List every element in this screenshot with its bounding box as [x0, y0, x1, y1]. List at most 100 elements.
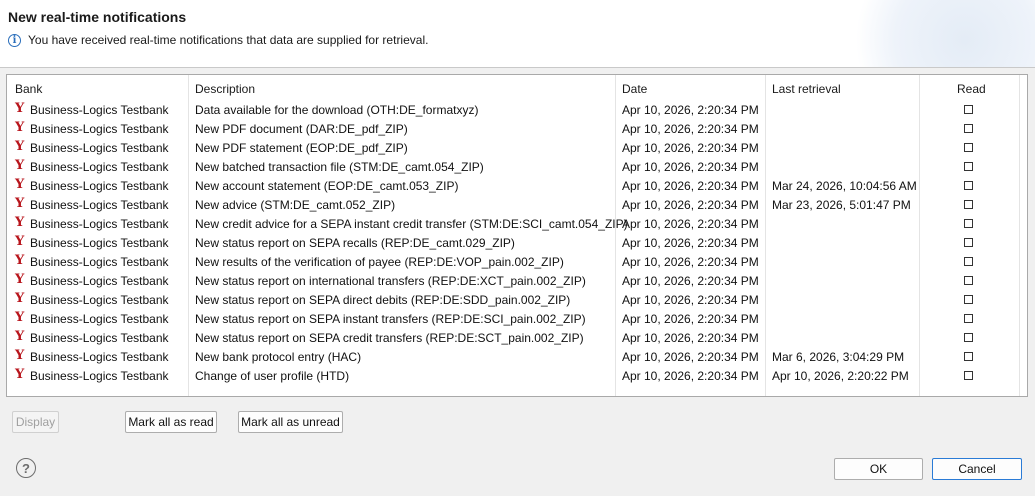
bank-logo-icon: Y: [15, 215, 25, 230]
table-row[interactable]: Y Business-Logics Testbank New credit advi…: [7, 215, 1027, 234]
description-cell: New status report on SEPA direct debits …: [195, 293, 571, 307]
column-header-date[interactable]: Date: [622, 82, 647, 96]
date-cell: Apr 10, 2026, 2:20:34 PM: [622, 369, 759, 383]
ok-button[interactable]: OK: [834, 458, 923, 480]
date-cell: Apr 10, 2026, 2:20:34 PM: [622, 179, 759, 193]
table-row[interactable]: Y Business-Logics Testbank Data available …: [7, 101, 1027, 120]
table-row[interactable]: Y Business-Logics Testbank New batched tra…: [7, 158, 1027, 177]
description-cell: New status report on SEPA instant transf…: [195, 312, 586, 326]
read-checkbox[interactable]: [964, 181, 973, 190]
read-checkbox[interactable]: [964, 105, 973, 114]
last-retrieval-cell: Mar 6, 2026, 3:04:29 PM: [772, 350, 905, 364]
date-cell: Apr 10, 2026, 2:20:34 PM: [622, 293, 759, 307]
column-header-description[interactable]: Description: [195, 82, 255, 96]
column-header-bank[interactable]: Bank: [15, 82, 42, 96]
bank-cell: Business-Logics Testbank: [30, 198, 169, 212]
description-cell: New account statement (EOP:DE_camt.053_Z…: [195, 179, 459, 193]
bank-cell: Business-Logics Testbank: [30, 141, 169, 155]
description-cell: New status report on SEPA credit transfe…: [195, 331, 584, 345]
table-row[interactable]: Y Business-Logics Testbank New status repo…: [7, 234, 1027, 253]
dialog-header: New real-time notifications i You have r…: [0, 0, 1035, 68]
date-cell: Apr 10, 2026, 2:20:34 PM: [622, 236, 759, 250]
last-retrieval-cell: Apr 10, 2026, 2:20:22 PM: [772, 369, 909, 383]
cancel-button[interactable]: Cancel: [932, 458, 1022, 480]
date-cell: Apr 10, 2026, 2:20:34 PM: [622, 255, 759, 269]
bank-logo-icon: Y: [15, 196, 25, 211]
column-header-last-retrieval[interactable]: Last retrieval: [772, 82, 841, 96]
bank-logo-icon: Y: [15, 234, 25, 249]
bank-logo-icon: Y: [15, 101, 25, 116]
read-checkbox[interactable]: [964, 143, 973, 152]
dialog-subtitle: i You have received real-time notificati…: [8, 33, 428, 47]
column-header-read[interactable]: Read: [957, 82, 986, 96]
description-cell: New status report on international trans…: [195, 274, 586, 288]
bank-cell: Business-Logics Testbank: [30, 122, 169, 136]
read-checkbox[interactable]: [964, 124, 973, 133]
mark-all-unread-button[interactable]: Mark all as unread: [238, 411, 343, 433]
bank-logo-icon: Y: [15, 291, 25, 306]
bank-cell: Business-Logics Testbank: [30, 331, 169, 345]
bank-logo-icon: Y: [15, 348, 25, 363]
table-row[interactable]: Y Business-Logics Testbank New status repo…: [7, 329, 1027, 348]
table-row[interactable]: Y Business-Logics Testbank New account sta…: [7, 177, 1027, 196]
header-decoration: [855, 0, 1035, 67]
bank-logo-icon: Y: [15, 139, 25, 154]
description-cell: New advice (STM:DE_camt.052_ZIP): [195, 198, 396, 212]
bank-logo-icon: Y: [15, 120, 25, 135]
last-retrieval-cell: Mar 23, 2026, 5:01:47 PM: [772, 198, 911, 212]
read-checkbox[interactable]: [964, 219, 973, 228]
date-cell: Apr 10, 2026, 2:20:34 PM: [622, 103, 759, 117]
bank-logo-icon: Y: [15, 310, 25, 325]
info-icon: i: [8, 33, 21, 47]
read-checkbox[interactable]: [964, 200, 973, 209]
bank-cell: Business-Logics Testbank: [30, 160, 169, 174]
description-cell: New results of the verification of payee…: [195, 255, 564, 269]
table-row[interactable]: Y Business-Logics Testbank New status repo…: [7, 291, 1027, 310]
table-row[interactable]: Y Business-Logics Testbank Change of user …: [7, 367, 1027, 386]
description-cell: New status report on SEPA recalls (REP:D…: [195, 236, 515, 250]
bank-cell: Business-Logics Testbank: [30, 293, 169, 307]
date-cell: Apr 10, 2026, 2:20:34 PM: [622, 331, 759, 345]
mark-all-read-button[interactable]: Mark all as read: [125, 411, 217, 433]
bank-logo-icon: Y: [15, 177, 25, 192]
bank-logo-icon: Y: [15, 253, 25, 268]
description-cell: New credit advice for a SEPA instant cre…: [195, 217, 628, 231]
description-cell: Change of user profile (HTD): [195, 369, 350, 383]
dialog-title: New real-time notifications: [8, 9, 187, 25]
notifications-dialog: New real-time notifications i You have r…: [0, 0, 1035, 496]
table-row[interactable]: Y Business-Logics Testbank New advice (STM…: [7, 196, 1027, 215]
table-row[interactable]: Y Business-Logics Testbank New status repo…: [7, 310, 1027, 329]
date-cell: Apr 10, 2026, 2:20:34 PM: [622, 350, 759, 364]
description-cell: New PDF document (DAR:DE_pdf_ZIP): [195, 122, 408, 136]
table-row[interactable]: Y Business-Logics Testbank New PDF documen…: [7, 120, 1027, 139]
read-checkbox[interactable]: [964, 352, 973, 361]
table-row[interactable]: Y Business-Logics Testbank New results of …: [7, 253, 1027, 272]
bank-cell: Business-Logics Testbank: [30, 179, 169, 193]
read-checkbox[interactable]: [964, 314, 973, 323]
description-cell: Data available for the download (OTH:DE_…: [195, 103, 479, 117]
help-icon[interactable]: ?: [16, 458, 36, 478]
date-cell: Apr 10, 2026, 2:20:34 PM: [622, 160, 759, 174]
table-header: Bank Description Date Last retrieval Rea…: [7, 75, 1027, 101]
notifications-table[interactable]: Bank Description Date Last retrieval Rea…: [6, 74, 1028, 397]
display-button[interactable]: Display: [12, 411, 59, 433]
read-checkbox[interactable]: [964, 333, 973, 342]
bank-cell: Business-Logics Testbank: [30, 103, 169, 117]
last-retrieval-cell: Mar 24, 2026, 10:04:56 AM: [772, 179, 917, 193]
table-row[interactable]: Y Business-Logics Testbank New status repo…: [7, 272, 1027, 291]
bank-logo-icon: Y: [15, 329, 25, 344]
bank-cell: Business-Logics Testbank: [30, 217, 169, 231]
read-checkbox[interactable]: [964, 162, 973, 171]
subtitle-text: You have received real-time notification…: [28, 33, 429, 47]
bank-cell: Business-Logics Testbank: [30, 350, 169, 364]
read-checkbox[interactable]: [964, 257, 973, 266]
bank-cell: Business-Logics Testbank: [30, 255, 169, 269]
read-checkbox[interactable]: [964, 371, 973, 380]
table-row[interactable]: Y Business-Logics Testbank New PDF stateme…: [7, 139, 1027, 158]
read-checkbox[interactable]: [964, 295, 973, 304]
date-cell: Apr 10, 2026, 2:20:34 PM: [622, 141, 759, 155]
description-cell: New PDF statement (EOP:DE_pdf_ZIP): [195, 141, 408, 155]
read-checkbox[interactable]: [964, 276, 973, 285]
table-row[interactable]: Y Business-Logics Testbank New bank protoc…: [7, 348, 1027, 367]
read-checkbox[interactable]: [964, 238, 973, 247]
